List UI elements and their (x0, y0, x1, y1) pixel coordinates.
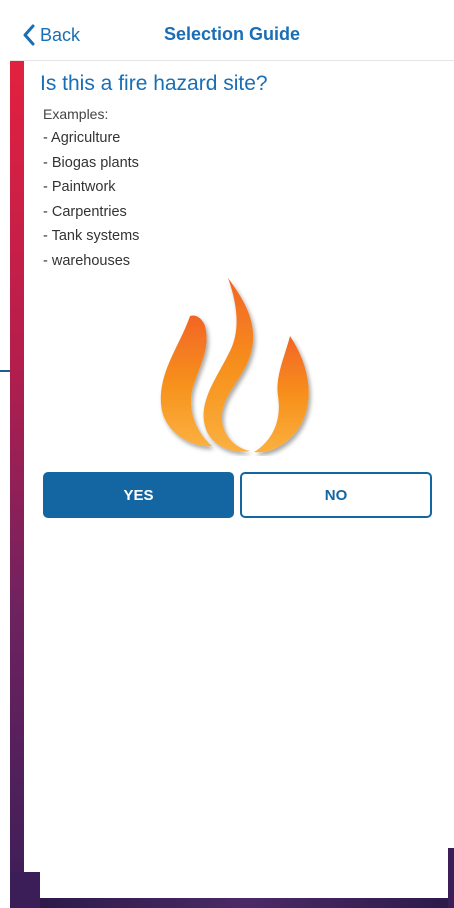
list-item: - Agriculture (43, 130, 121, 146)
left-accent-strip (10, 60, 24, 908)
list-item: - Carpentries (43, 203, 127, 220)
list-item: - Biogas plants (43, 154, 139, 171)
question-heading: Is this a fire hazard site? (40, 72, 268, 95)
list-item: - warehouses (43, 252, 131, 269)
yes-button[interactable]: YES (43, 472, 234, 518)
bottom-accent-bar (40, 898, 454, 908)
examples-list: - Agriculture - Biogas plants - Paintwor… (43, 130, 139, 277)
examples-label: Examples: (43, 106, 109, 122)
screen: Back Selection Guide Is this a fire haza… (0, 0, 454, 908)
no-button[interactable]: NO (240, 472, 432, 518)
bottom-left-accent (10, 872, 40, 908)
right-edge-accent (448, 848, 454, 908)
list-item: - Paintwork (43, 179, 116, 195)
list-item: - Tank systems (43, 228, 140, 244)
edge-divider (0, 370, 10, 372)
flame-icon (160, 278, 309, 453)
page-title: Selection Guide (163, 24, 301, 44)
navigation-bar: Back Selection Guide (10, 10, 454, 61)
